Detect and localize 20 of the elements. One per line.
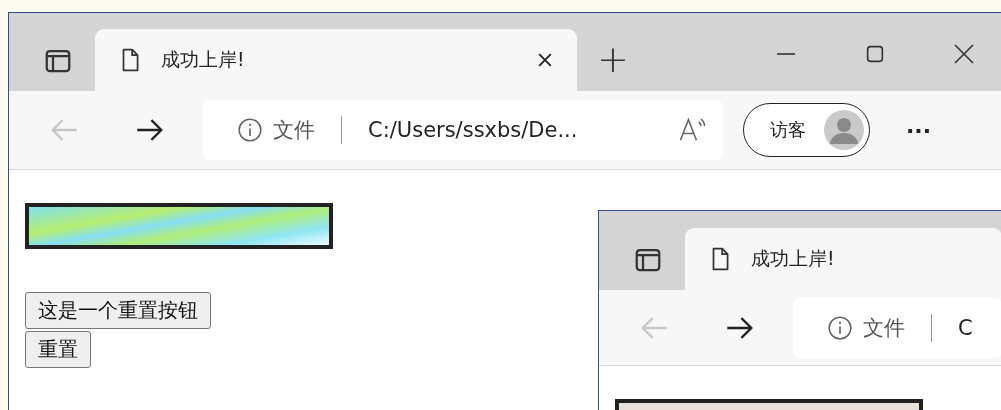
tab-title: 成功上岸! bbox=[161, 47, 246, 72]
browser-tab[interactable]: 成功上岸! bbox=[95, 29, 577, 91]
site-info-label: 文件 bbox=[273, 117, 315, 144]
url-text: C:/Users/ssxbs/De... bbox=[368, 118, 578, 142]
close-icon[interactable] bbox=[952, 42, 976, 66]
tab-title: 成功上岸! bbox=[751, 246, 836, 271]
browser-tab[interactable]: 成功上岸! bbox=[685, 228, 1001, 290]
address-bar[interactable]: 文件 C:/Users/ssxbs/De... bbox=[203, 100, 723, 160]
reset-button[interactable]: 这是一个重置按钮 bbox=[25, 292, 211, 329]
info-icon bbox=[827, 314, 853, 341]
site-info-label: 文件 bbox=[863, 314, 905, 342]
address-bar[interactable]: 文件 C bbox=[793, 297, 1001, 358]
more-button[interactable]: ··· bbox=[900, 116, 938, 144]
maximize-icon[interactable] bbox=[864, 43, 886, 65]
url-text: C bbox=[958, 315, 973, 340]
info-icon bbox=[237, 117, 263, 143]
profile-button[interactable]: 访客 bbox=[743, 103, 870, 157]
avatar-icon bbox=[824, 110, 864, 150]
reset-button[interactable]: 重置 bbox=[25, 331, 91, 368]
new-tab-button[interactable]: + bbox=[591, 37, 635, 81]
